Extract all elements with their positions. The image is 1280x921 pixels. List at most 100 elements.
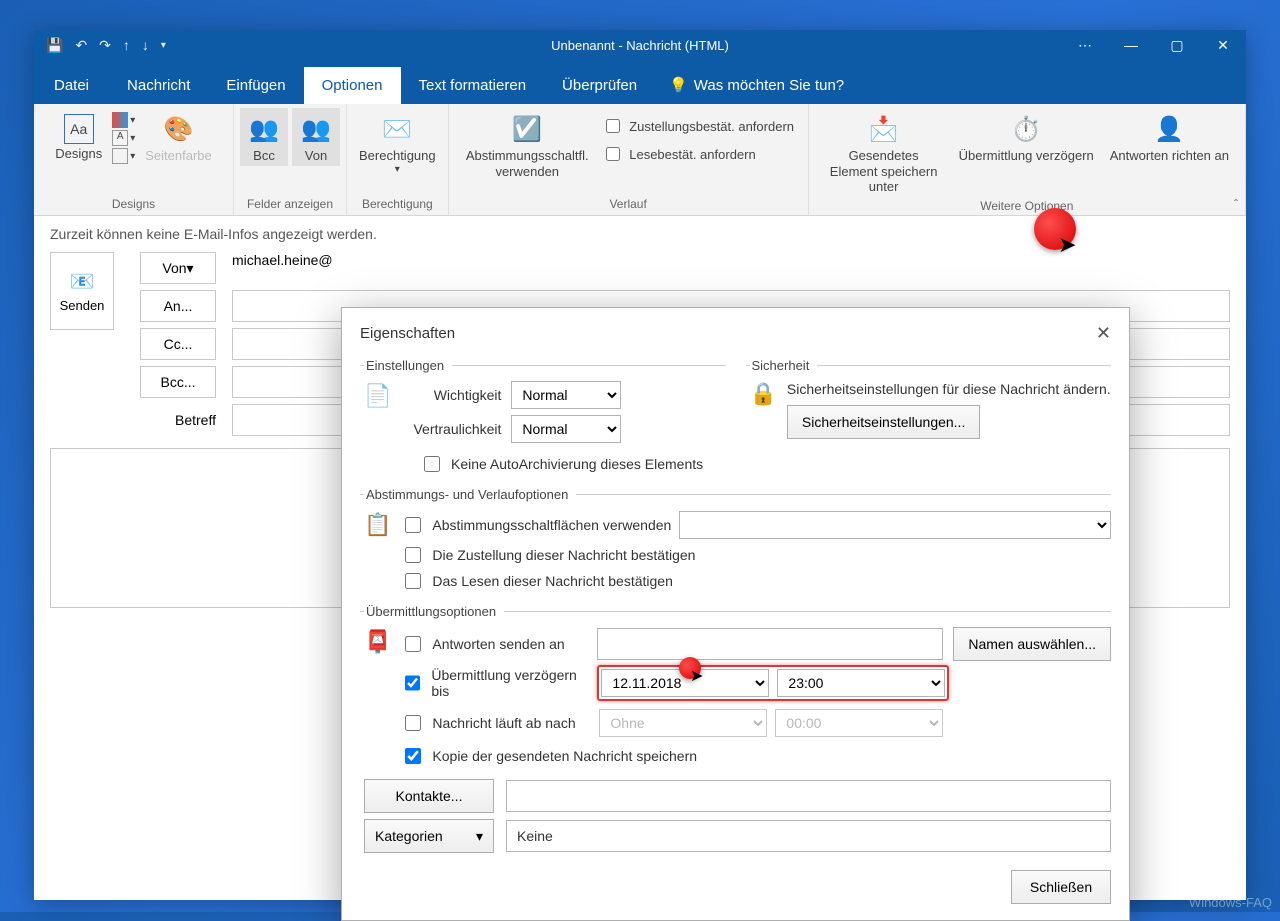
tab-nachricht[interactable]: Nachricht: [109, 67, 208, 104]
delay-time-select[interactable]: 23:00: [777, 669, 945, 697]
contacts-button[interactable]: Kontakte...: [364, 779, 494, 813]
redo-icon[interactable]: ↷: [99, 37, 111, 54]
pagecolor-label: Seitenfarbe: [145, 148, 212, 164]
save-copy-checkbox[interactable]: Kopie der gesendeten Nachricht speichern: [401, 745, 1111, 767]
save-sent-item-button[interactable]: 📩 Gesendetes Element speichern unter: [819, 108, 949, 197]
send-button[interactable]: 📧 Senden: [50, 252, 114, 330]
properties-icon: 📄: [364, 381, 391, 449]
subject-label: Betreff: [140, 404, 216, 436]
tab-ueberpruefen[interactable]: Überprüfen: [544, 67, 655, 104]
group-verlauf: Verlauf: [609, 195, 646, 215]
from-field-button[interactable]: Von ▾: [140, 252, 216, 284]
designs-icon: Aa: [64, 114, 94, 144]
designs-button[interactable]: Aa Designs: [49, 108, 108, 164]
from-icon: 👥: [300, 114, 332, 146]
delay-delivery-checkbox[interactable]: Übermittlung verzögern bis: [401, 667, 587, 699]
group-berechtigung: Berechtigung: [362, 195, 433, 215]
voting-tracking-legend: Abstimmungs- und Verlaufoptionen: [364, 487, 576, 502]
sensitivity-label: Vertraulichkeit: [401, 421, 501, 437]
confirm-delivery-checkbox[interactable]: Die Zustellung dieser Nachricht bestätig…: [401, 544, 1111, 566]
contacts-input[interactable]: [506, 780, 1111, 812]
cursor-pointer-icon: ➤: [1058, 232, 1076, 258]
delivery-options-legend: Übermittlungsoptionen: [364, 604, 504, 619]
watermark-text: Windows-FAQ: [1189, 895, 1272, 910]
expire-date-select[interactable]: Ohne: [599, 709, 767, 737]
group-designs: Designs: [112, 195, 155, 215]
minimize-button[interactable]: —: [1108, 30, 1154, 60]
delay-delivery-button[interactable]: ⏱️ Übermittlung verzögern: [953, 108, 1100, 166]
select-names-button[interactable]: Namen auswählen...: [953, 627, 1111, 661]
delay-icon: ⏱️: [1010, 114, 1042, 146]
titlebar: 💾 ↶ ↷ ↑ ↓ ▾ Unbenannt - Nachricht (HTML)…: [34, 30, 1246, 60]
overflow-icon[interactable]: ⋯: [1062, 30, 1108, 60]
close-button-dialog[interactable]: Schließen: [1011, 870, 1111, 904]
up-arrow-icon[interactable]: ↑: [123, 37, 130, 53]
qat-dropdown-icon[interactable]: ▾: [161, 40, 166, 51]
ribbon: Aa Designs ▾ A▾ ▾ 🎨 Seitenfarbe Designs: [34, 104, 1246, 216]
expires-after-checkbox[interactable]: Nachricht läuft ab nach: [401, 712, 587, 734]
group-felder-anzeigen: Felder anzeigen: [247, 195, 333, 215]
reply-to-icon: 👤: [1153, 114, 1185, 146]
dialog-title: Eigenschaften: [360, 325, 455, 342]
security-legend: Sicherheit: [750, 358, 818, 373]
page-color-icon: 🎨: [163, 114, 195, 146]
colors-icon[interactable]: [112, 112, 128, 128]
to-field-button[interactable]: An...: [140, 290, 216, 322]
tab-einfuegen[interactable]: Einfügen: [208, 67, 303, 104]
importance-select[interactable]: Normal: [511, 381, 621, 409]
collapse-ribbon-icon[interactable]: ˆ: [1234, 197, 1238, 211]
tab-datei[interactable]: Datei: [34, 67, 109, 104]
read-receipt-checkbox[interactable]: Lesebestät. anfordern: [602, 144, 794, 164]
bcc-icon: 👥: [248, 114, 280, 146]
security-text: Sicherheitseinstellungen für diese Nachr…: [787, 381, 1111, 397]
expire-time-select[interactable]: 00:00: [775, 709, 943, 737]
fonts-icon[interactable]: A: [112, 130, 128, 146]
voting-buttons[interactable]: ☑️ Abstimmungsschaltfl. verwenden: [462, 108, 592, 181]
bcc-button[interactable]: 👥 Bcc: [240, 108, 288, 166]
voting-options-select[interactable]: [679, 511, 1111, 539]
tab-text-formatieren[interactable]: Text formatieren: [401, 67, 545, 104]
categories-button[interactable]: Kategorien▾: [364, 819, 494, 853]
tell-me-search[interactable]: 💡 Was möchten Sie tun?: [655, 66, 858, 104]
von-button[interactable]: 👥 Von: [292, 108, 340, 166]
undo-icon[interactable]: ↶: [75, 37, 87, 54]
close-button[interactable]: ✕: [1200, 30, 1246, 60]
designs-label: Designs: [55, 146, 102, 162]
dropdown-icon: ▾: [476, 828, 483, 845]
security-settings-button[interactable]: Sicherheitseinstellungen...: [787, 405, 980, 439]
tell-me-label: Was möchten Sie tun?: [694, 77, 844, 94]
down-arrow-icon[interactable]: ↓: [142, 37, 149, 53]
categories-value[interactable]: Keine: [506, 820, 1111, 852]
lightbulb-icon: 💡: [669, 76, 688, 94]
ribbon-tabstrip: Datei Nachricht Einfügen Optionen Text f…: [34, 60, 1246, 104]
tracking-icon: 📋: [364, 510, 391, 596]
page-color-button[interactable]: 🎨 Seitenfarbe: [139, 108, 218, 166]
maximize-button[interactable]: ▢: [1154, 30, 1200, 60]
cc-field-button[interactable]: Cc...: [140, 328, 216, 360]
delivery-receipt-checkbox[interactable]: Zustellungsbestät. anfordern: [602, 116, 794, 136]
replies-to-checkbox[interactable]: Antworten senden an: [401, 633, 587, 655]
outlook-message-window: 💾 ↶ ↷ ↑ ↓ ▾ Unbenannt - Nachricht (HTML)…: [34, 30, 1246, 900]
no-autoarchive-checkbox[interactable]: Keine AutoArchivierung dieses Elements: [420, 453, 726, 475]
importance-label: Wichtigkeit: [401, 387, 501, 403]
confirm-read-checkbox[interactable]: Das Lesen dieser Nachricht bestätigen: [401, 570, 1111, 592]
save-icon[interactable]: 💾: [46, 37, 63, 54]
settings-legend: Einstellungen: [364, 358, 452, 373]
dialog-close-button[interactable]: ✕: [1096, 323, 1111, 344]
use-voting-checkbox[interactable]: Abstimmungsschaltflächen verwenden: [401, 514, 671, 536]
properties-dialog: Eigenschaften ✕ Einstellungen 📄 Wichtigk…: [341, 307, 1130, 921]
bcc-field-button[interactable]: Bcc...: [140, 366, 216, 398]
voting-icon: ☑️: [511, 114, 543, 146]
permission-button[interactable]: ✉️ Berechtigung▾: [353, 108, 442, 178]
delivery-icon: 📮: [364, 627, 391, 771]
from-field[interactable]: michael.heine@: [232, 252, 1230, 284]
direct-replies-button[interactable]: 👤 Antworten richten an: [1104, 108, 1235, 166]
replies-to-input[interactable]: [597, 628, 943, 660]
tab-optionen[interactable]: Optionen: [304, 67, 401, 104]
effects-icon[interactable]: [112, 148, 128, 164]
sensitivity-select[interactable]: Normal: [511, 415, 621, 443]
save-sent-icon: 📩: [868, 114, 900, 146]
cursor-pointer-icon-2: ➤: [690, 666, 703, 686]
permission-icon: ✉️: [381, 114, 413, 146]
send-icon: 📧: [70, 269, 95, 294]
